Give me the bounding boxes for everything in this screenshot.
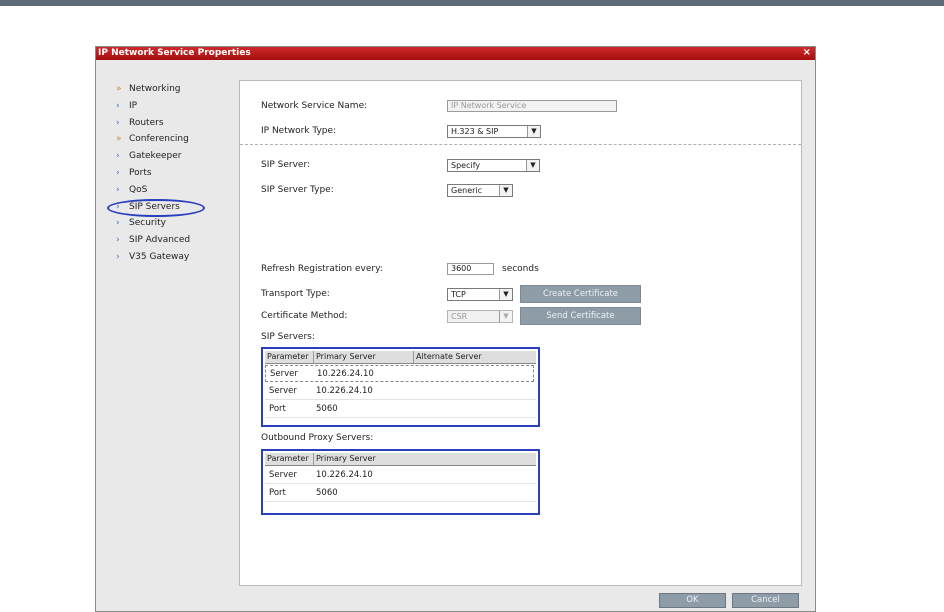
dropdown-arrow-icon: ▼ [499, 289, 512, 300]
column-header[interactable]: Primary Server [314, 351, 414, 363]
table-row[interactable]: Server 10.226.24.10 [265, 383, 536, 400]
close-icon[interactable]: × [803, 47, 811, 58]
table-row[interactable]: Port 5060 [265, 485, 536, 502]
service-name-label: Network Service Name: [261, 101, 368, 111]
table-row[interactable]: Port 5060 [265, 401, 536, 418]
chevron-icon: › [116, 235, 120, 246]
dropdown-arrow-icon: ▼ [499, 185, 512, 196]
chevron-icon: › [116, 201, 120, 212]
nav-item-v35-gateway[interactable]: › V35 Gateway [114, 249, 234, 266]
sip-server-type-label: SIP Server Type: [261, 185, 334, 195]
nav-item-routers[interactable]: › Routers [114, 115, 234, 132]
network-type-select[interactable]: H.323 & SIP ▼ [447, 125, 541, 138]
sip-server-type-select[interactable]: Generic ▼ [447, 184, 513, 197]
refresh-input[interactable]: 3600 [447, 263, 494, 275]
sip-server-label: SIP Server: [261, 160, 311, 170]
chevron-icon: › [116, 251, 120, 262]
cell-primary: 10.226.24.10 [316, 386, 373, 396]
sip-servers-caption: SIP Servers: [261, 332, 315, 342]
column-header[interactable]: Primary Server [314, 453, 536, 465]
network-type-label: IP Network Type: [261, 126, 337, 136]
nav-item-networking[interactable]: » Networking [114, 81, 234, 98]
chevron-icon: › [116, 100, 120, 111]
title-bar[interactable]: IP Network Service Properties × [96, 47, 815, 60]
window-title: IP Network Service Properties [98, 48, 251, 58]
refresh-unit: seconds [502, 264, 539, 274]
dropdown-arrow-icon: ▼ [527, 126, 540, 137]
send-certificate-button[interactable]: Send Certificate [520, 307, 641, 325]
sip-servers-table: Parameter Primary Server Alternate Serve… [261, 347, 540, 427]
cell-primary: 5060 [316, 488, 338, 498]
double-chevron-icon: » [116, 134, 122, 145]
cell-parameter: Server [270, 369, 298, 379]
cell-parameter: Port [269, 488, 286, 498]
cancel-button[interactable]: Cancel [732, 593, 799, 608]
nav-item-security[interactable]: › Security [114, 215, 234, 232]
cell-primary: 10.226.24.10 [316, 470, 373, 480]
table-header: Parameter Primary Server [265, 453, 536, 466]
service-name-field[interactable]: IP Network Service [447, 100, 617, 112]
ok-button[interactable]: OK [659, 593, 726, 608]
transport-select[interactable]: TCP ▼ [447, 288, 513, 301]
chevron-icon: › [116, 167, 120, 178]
nav-item-qos[interactable]: › QoS [114, 182, 234, 199]
sip-servers-panel: Network Service Name: IP Network Service… [239, 80, 802, 586]
nav-item-ports[interactable]: › Ports [114, 165, 234, 182]
nav-item-sip-servers[interactable]: › SIP Servers [114, 199, 234, 216]
cell-parameter: Server [269, 470, 297, 480]
cert-method-select[interactable]: CSR ▼ [447, 310, 513, 323]
dropdown-arrow-icon: ▼ [526, 160, 539, 171]
cell-primary: 10.226.24.10 [317, 369, 374, 379]
chevron-icon: › [116, 117, 120, 128]
table-row[interactable]: Server 10.226.24.10 [265, 365, 534, 382]
top-bar [0, 0, 944, 6]
nav-item-conferencing[interactable]: » Conferencing [114, 131, 234, 148]
nav-item-sip-advanced[interactable]: › SIP Advanced [114, 232, 234, 249]
create-certificate-button[interactable]: Create Certificate [520, 285, 641, 303]
nav-item-gatekeeper[interactable]: › Gatekeeper [114, 148, 234, 165]
table-row[interactable]: Server 10.226.24.10 [265, 467, 536, 484]
chevron-icon: › [116, 218, 120, 229]
cell-primary: 5060 [316, 404, 338, 414]
section-divider [240, 144, 801, 145]
properties-dialog: IP Network Service Properties × » Network… [95, 46, 816, 612]
nav-item-ip[interactable]: › IP [114, 98, 234, 115]
proxy-servers-table: Parameter Primary Server Server 10.226.2… [261, 449, 540, 515]
sidebar-nav: » Networking › IP › Routers » Conferencing ›… [114, 81, 234, 266]
sip-server-select[interactable]: Specify ▼ [447, 159, 540, 172]
table-header: Parameter Primary Server Alternate Serve… [265, 351, 536, 364]
chevron-icon: › [116, 184, 120, 195]
cert-method-label: Certificate Method: [261, 311, 348, 321]
column-header[interactable]: Parameter [265, 453, 314, 465]
refresh-label: Refresh Registration every: [261, 264, 383, 274]
proxy-servers-caption: Outbound Proxy Servers: [261, 433, 374, 443]
column-header[interactable]: Alternate Server [414, 351, 536, 363]
dropdown-arrow-icon: ▼ [499, 311, 512, 322]
column-header[interactable]: Parameter [265, 351, 314, 363]
cell-parameter: Port [269, 404, 286, 414]
double-chevron-icon: » [116, 84, 122, 94]
transport-label: Transport Type: [261, 289, 330, 299]
cell-parameter: Server [269, 386, 297, 396]
chevron-icon: › [116, 151, 120, 162]
